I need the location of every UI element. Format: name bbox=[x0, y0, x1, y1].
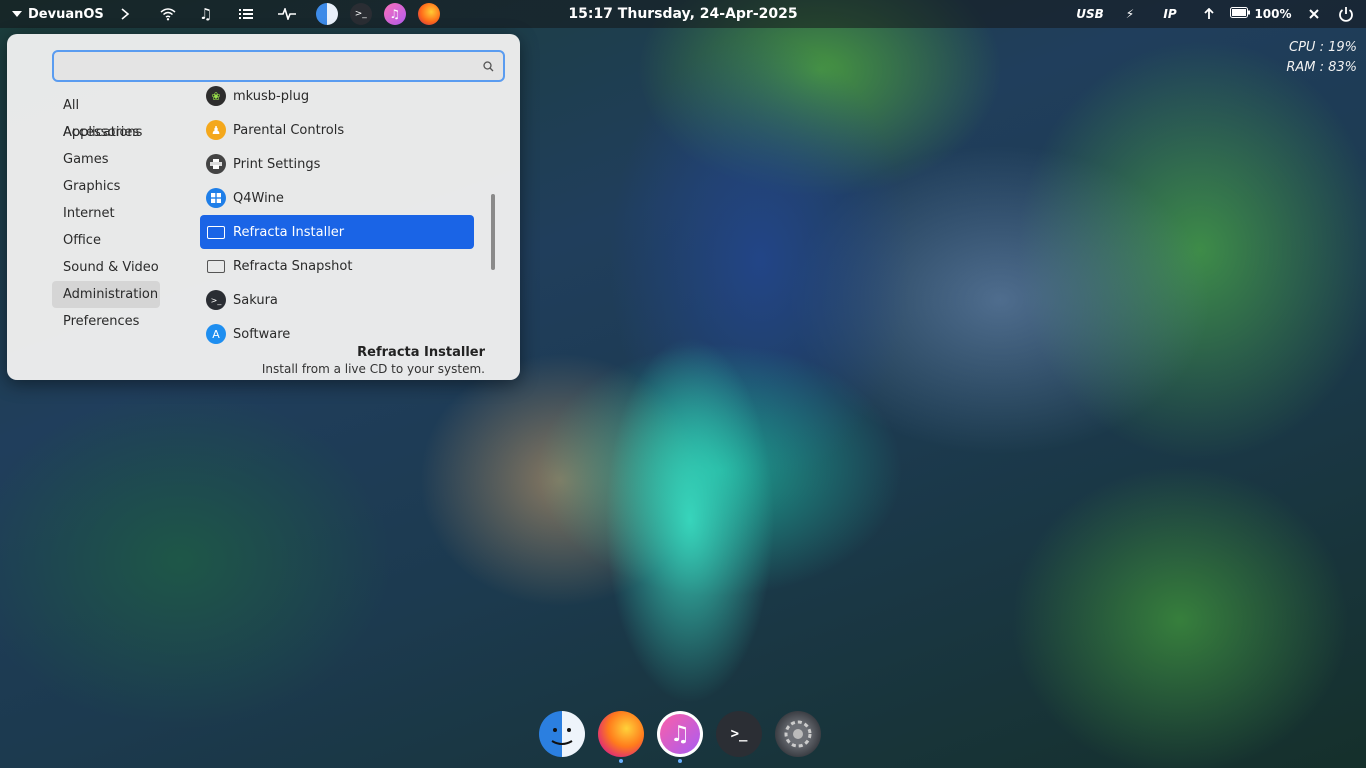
app-item-refracta-snapshot[interactable]: Refracta Snapshot bbox=[200, 249, 474, 283]
power-bolt-icon[interactable]: ⚡ bbox=[1112, 0, 1148, 28]
app-label: Parental Controls bbox=[233, 122, 345, 138]
settings-icon[interactable] bbox=[775, 711, 821, 757]
app-label: Q4Wine bbox=[233, 190, 284, 206]
music-note-icon[interactable]: ♫ bbox=[186, 0, 226, 28]
music-launcher-icon[interactable]: ♫ bbox=[378, 0, 412, 28]
usb-indicator[interactable]: USB bbox=[1068, 0, 1112, 28]
clock-text[interactable]: 15:17 Thursday, 24-Apr-2025 bbox=[568, 6, 797, 22]
category-sound-video[interactable]: Sound & Video bbox=[52, 254, 160, 281]
printer-icon bbox=[206, 154, 226, 174]
menu-arrow-icon bbox=[12, 11, 22, 17]
app-item-print-settings[interactable]: Print Settings bbox=[200, 147, 474, 181]
category-all-applications[interactable]: All Applications bbox=[52, 92, 160, 140]
system-stats: CPU : 19% RAM : 83% bbox=[1286, 38, 1357, 78]
category-graphics[interactable]: Graphics bbox=[52, 173, 160, 200]
description-text: Install from a live CD to your system. bbox=[261, 362, 485, 376]
search-input[interactable] bbox=[54, 58, 473, 74]
app-label: Refracta Installer bbox=[233, 224, 345, 240]
app-list: ❀ mkusb-plug ♟ Parental Controls Print S… bbox=[200, 80, 474, 352]
power-icon[interactable] bbox=[1326, 0, 1366, 28]
system-monitor-icon[interactable] bbox=[266, 0, 308, 28]
chevron-right-icon[interactable] bbox=[112, 0, 138, 28]
category-games[interactable]: Games bbox=[52, 146, 160, 173]
category-administration[interactable]: Administration bbox=[52, 281, 160, 308]
category-internet[interactable]: Internet bbox=[52, 200, 160, 227]
close-icon[interactable] bbox=[1302, 0, 1326, 28]
top-panel: DevuanOS ♫ >_ ♫ 15:17 Thursday, 24-Apr-2… bbox=[0, 0, 1366, 28]
app-store-icon: A bbox=[206, 324, 226, 344]
terminal-icon[interactable]: >_ bbox=[716, 711, 762, 757]
applications-menu: All Applications Accessories Games Graph… bbox=[7, 34, 520, 380]
app-label: Refracta Snapshot bbox=[233, 258, 353, 274]
dock: ♫ >_ bbox=[539, 711, 821, 763]
playlist-icon[interactable] bbox=[226, 0, 266, 28]
search-box[interactable] bbox=[52, 50, 505, 82]
mkusb-icon: ❀ bbox=[206, 86, 226, 106]
running-indicator bbox=[678, 759, 682, 763]
cpu-usage: CPU : 19% bbox=[1289, 40, 1357, 55]
music-icon[interactable]: ♫ bbox=[657, 711, 703, 763]
description-title: Refracta Installer bbox=[357, 345, 485, 360]
q4wine-icon bbox=[206, 188, 226, 208]
terminal-launcher-icon[interactable]: >_ bbox=[344, 0, 378, 28]
app-list-scrollbar[interactable] bbox=[491, 194, 497, 272]
category-list: All Applications Accessories Games Graph… bbox=[52, 92, 162, 335]
running-indicator bbox=[619, 759, 623, 763]
music-note-icon: ♫ bbox=[660, 714, 700, 754]
monitor-icon bbox=[207, 259, 225, 273]
app-label: mkusb-plug bbox=[233, 88, 310, 104]
parental-controls-icon: ♟ bbox=[206, 120, 226, 140]
menu-button-label: DevuanOS bbox=[28, 6, 104, 22]
applications-menu-button[interactable]: DevuanOS bbox=[0, 0, 112, 28]
app-item-mkusb-plug[interactable]: ❀ mkusb-plug bbox=[200, 80, 474, 113]
app-item-sakura[interactable]: >_ Sakura bbox=[200, 283, 474, 317]
app-item-q4wine[interactable]: Q4Wine bbox=[200, 181, 474, 215]
battery-icon bbox=[1230, 7, 1251, 21]
category-preferences[interactable]: Preferences bbox=[52, 308, 160, 335]
app-label: Sakura bbox=[233, 292, 278, 308]
terminal-icon: >_ bbox=[206, 290, 226, 310]
app-item-refracta-installer[interactable]: Refracta Installer bbox=[200, 215, 474, 249]
finder-icon[interactable] bbox=[539, 711, 585, 757]
ram-usage: RAM : 83% bbox=[1286, 60, 1357, 75]
search-icon[interactable] bbox=[473, 52, 503, 80]
battery-indicator[interactable]: 100% bbox=[1226, 0, 1296, 28]
category-office[interactable]: Office bbox=[52, 227, 160, 254]
app-label: Software bbox=[233, 326, 291, 342]
wifi-icon[interactable] bbox=[150, 0, 186, 28]
app-item-parental-controls[interactable]: ♟ Parental Controls bbox=[200, 113, 474, 147]
category-accessories[interactable]: Accessories bbox=[52, 119, 160, 146]
app-label: Print Settings bbox=[233, 156, 321, 172]
monitor-icon bbox=[207, 225, 225, 239]
firefox-icon[interactable] bbox=[598, 711, 644, 763]
system-tray: USB ⚡ IP 100% bbox=[1068, 0, 1366, 28]
app-description: Refracta Installer Install from a live C… bbox=[262, 345, 485, 376]
battery-percent: 100% bbox=[1254, 7, 1292, 21]
finder-launcher-icon[interactable] bbox=[310, 0, 344, 28]
ip-indicator[interactable]: IP bbox=[1148, 0, 1192, 28]
firefox-launcher-icon[interactable] bbox=[412, 0, 446, 28]
upload-arrow-icon[interactable] bbox=[1192, 0, 1226, 28]
scrollbar-thumb[interactable] bbox=[491, 194, 495, 270]
